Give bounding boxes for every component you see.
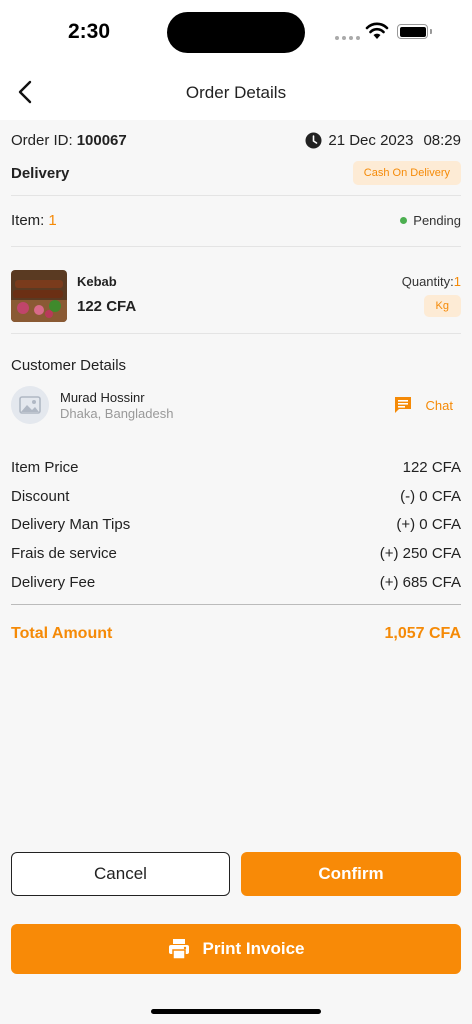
order-id-label: Order ID: [11,132,73,149]
customer-section-title: Customer Details [11,357,127,374]
price-label: Discount [11,487,70,505]
total-value: 1,057 CFA [384,625,461,642]
customer-address: Dhaka, Bangladesh [60,406,174,421]
divider [11,246,461,247]
price-row-tips: Delivery Man Tips (+) 0 CFA [11,511,461,540]
cancel-button[interactable]: Cancel [11,852,230,896]
price-label: Frais de service [11,545,117,563]
order-id-row: Order ID: 100067 21 Dec 2023 08:29 [11,132,461,149]
printer-icon [169,939,190,960]
price-row-delivery-fee: Delivery Fee (+) 685 CFA [11,568,461,597]
price-value: (+) 685 CFA [379,574,461,592]
total-amount-row: Total Amount 1,057 CFA [11,625,461,643]
confirm-label: Confirm [318,864,384,883]
customer-card: Murad Hossinr Dhaka, Bangladesh Chat [11,385,461,427]
app-bar: Order Details [0,64,472,120]
status-bar: 2:30 [0,0,472,64]
product-item: Kebab 122 CFA Quantity:1 Kg [11,268,461,324]
price-breakdown: Item Price 122 CFA Discount (-) 0 CFA De… [11,453,461,597]
price-value: (+) 250 CFA [379,545,461,563]
order-time: 08:29 [423,132,461,149]
home-indicator[interactable] [151,1009,321,1014]
divider [11,333,461,334]
avatar-placeholder-icon [11,386,49,424]
cellular-signal-icon [335,36,360,40]
battery-icon [397,24,428,39]
print-invoice-button[interactable]: Print Invoice [11,924,461,974]
price-label: Delivery Fee [11,574,96,592]
item-label: Item: [11,212,45,229]
product-price: 122 CFA [77,298,137,315]
quantity-value: 1 [453,274,461,289]
print-invoice-label: Print Invoice [202,939,305,958]
order-id-value: 100067 [76,132,127,149]
divider [11,604,461,605]
price-row-service-fee: Frais de service (+) 250 CFA [11,539,461,568]
chat-icon [394,397,411,413]
product-quantity: Quantity:1 [402,274,461,289]
price-label: Item Price [11,458,79,476]
status-text: Pending [413,213,461,228]
price-label: Delivery Man Tips [11,516,131,534]
status-time: 2:30 [68,20,111,43]
battery-tip [430,29,432,34]
delivery-row: Delivery Cash On Delivery [11,161,461,185]
price-row-item-price: Item Price 122 CFA [11,453,461,482]
clock-icon [305,132,322,149]
confirm-button[interactable]: Confirm [241,852,461,896]
status-dot-icon [400,217,408,224]
quantity-label: Quantity: [401,274,454,289]
chat-label: Chat [425,397,453,413]
item-count-block: Item: 1 [11,212,57,229]
dynamic-island [167,12,305,53]
chat-button[interactable]: Chat [393,395,453,415]
wifi-icon [365,22,389,39]
divider [11,195,461,196]
total-label: Total Amount [11,625,113,642]
customer-name: Murad Hossinr [60,390,145,405]
page-title: Order Details [185,83,287,102]
price-value: (+) 0 CFA [396,516,461,534]
product-name: Kebab [77,274,117,289]
payment-method-badge: Cash On Delivery [352,161,461,185]
order-status: Pending [400,213,461,228]
price-value: (-) 0 CFA [400,487,461,505]
item-status-row: Item: 1 Pending [11,212,461,229]
price-row-discount: Discount (-) 0 CFA [11,482,461,511]
order-datetime: 21 Dec 2023 08:29 [305,132,461,149]
item-count: 1 [48,212,57,229]
price-value: 122 CFA [402,458,461,476]
order-date: 21 Dec 2023 [328,132,414,149]
order-id-block: Order ID: 100067 [11,132,127,149]
delivery-type: Delivery [11,164,70,182]
unit-badge: Kg [423,295,461,317]
product-image [11,270,67,322]
